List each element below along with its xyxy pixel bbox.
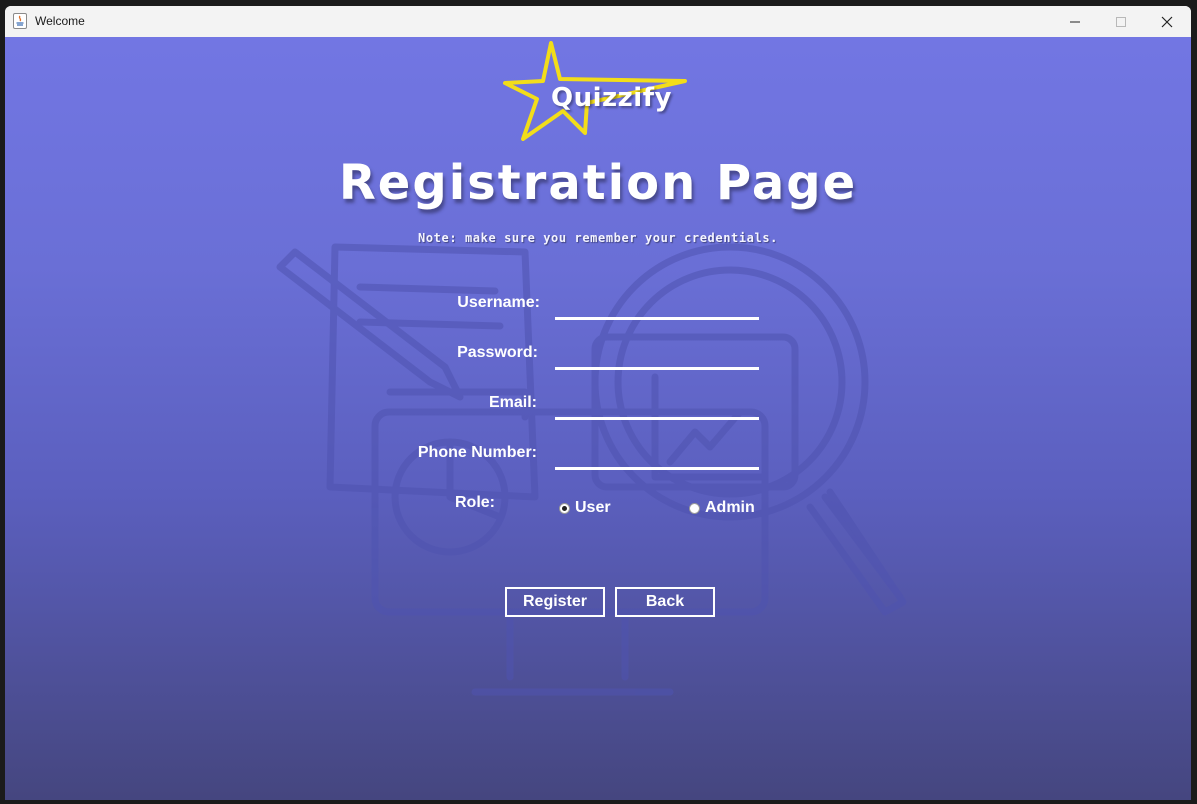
role-radio-user[interactable]: User xyxy=(559,499,611,517)
password-field[interactable] xyxy=(555,343,759,370)
role-radio-admin[interactable]: Admin xyxy=(689,499,755,517)
back-button[interactable]: Back xyxy=(615,587,715,617)
username-field[interactable] xyxy=(555,293,759,320)
minimize-button[interactable] xyxy=(1052,6,1098,37)
password-label: Password: xyxy=(457,344,538,361)
phone-number-label: Phone Number: xyxy=(417,444,537,461)
email-label: Email: xyxy=(488,394,537,411)
radio-checked-icon[interactable] xyxy=(559,502,570,514)
email-field[interactable] xyxy=(555,393,759,420)
logo-text: Quizzify xyxy=(551,83,672,113)
role-admin-label: Admin xyxy=(705,499,755,516)
maximize-icon xyxy=(1116,16,1126,27)
username-label: Username: xyxy=(457,294,540,311)
close-button[interactable] xyxy=(1144,6,1190,37)
title-bar[interactable]: Welcome xyxy=(5,6,1191,38)
role-label: Role: xyxy=(455,494,495,511)
role-user-label: User xyxy=(575,499,611,516)
window-title: Welcome xyxy=(35,14,85,28)
registration-panel: Quizzify Registration Page Note: make su… xyxy=(5,37,1191,800)
register-button[interactable]: Register xyxy=(505,587,605,617)
maximize-button[interactable] xyxy=(1098,6,1144,37)
app-window: Welcome Quizzify Registration Page Note:… xyxy=(5,6,1191,800)
phone-number-field[interactable] xyxy=(555,443,759,470)
credentials-note: Note: make sure you remember your creden… xyxy=(418,231,778,245)
minimize-icon xyxy=(1070,21,1080,22)
radio-unchecked-icon[interactable] xyxy=(689,502,700,514)
java-app-icon xyxy=(13,13,27,29)
close-icon xyxy=(1161,16,1173,27)
page-title: Registration Page xyxy=(338,155,858,211)
